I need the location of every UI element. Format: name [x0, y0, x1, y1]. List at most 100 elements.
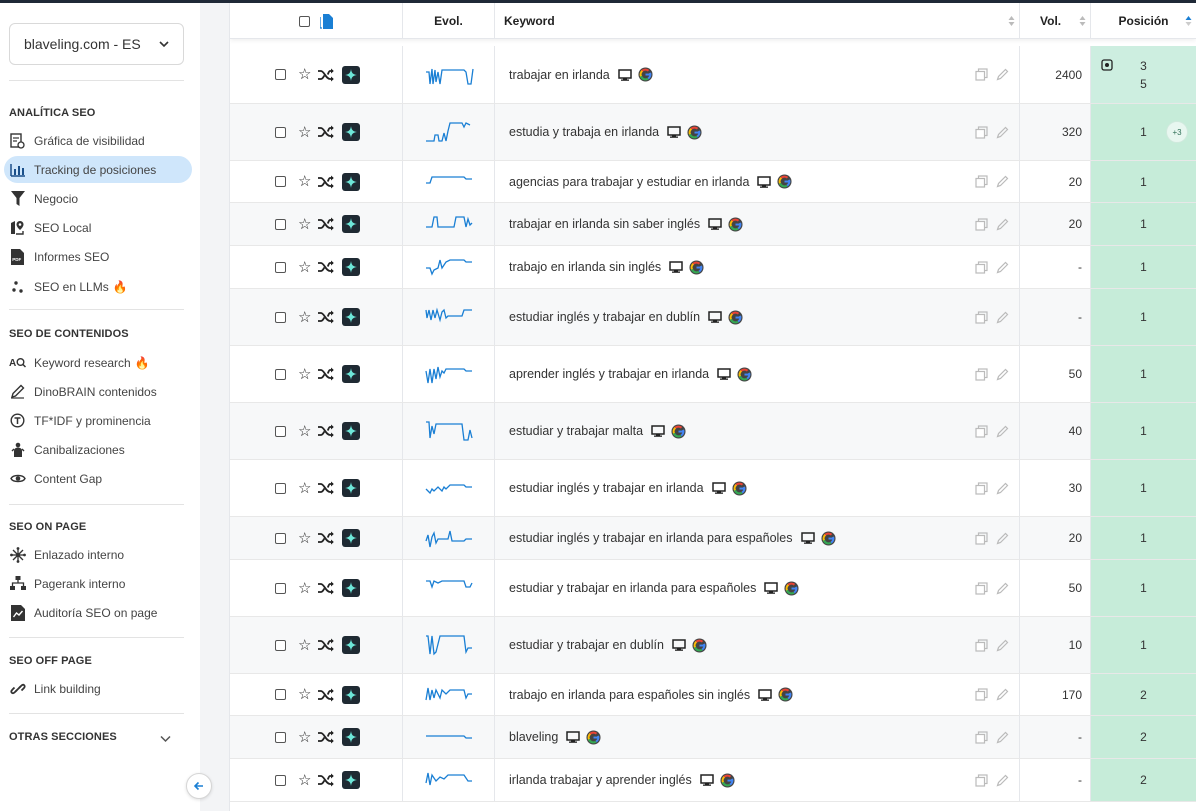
shuffle-icon[interactable] [317, 258, 335, 276]
row-checkbox[interactable] [275, 731, 286, 743]
evolution-cell[interactable] [403, 246, 495, 288]
copy-icon[interactable] [975, 638, 988, 652]
edit-icon[interactable] [996, 532, 1009, 545]
sidebar-item-linkbuilding[interactable]: Link building [4, 675, 192, 702]
shuffle-icon[interactable] [317, 636, 335, 654]
evolution-cell[interactable] [403, 560, 495, 616]
edit-icon[interactable] [996, 482, 1009, 495]
evolution-cell[interactable] [403, 403, 495, 459]
keyword-text[interactable]: estudiar y trabajar en dublín [509, 638, 664, 652]
copy-icon[interactable] [975, 175, 988, 188]
copy-icon[interactable] [975, 581, 988, 595]
star-icon[interactable]: ☆ [298, 773, 311, 788]
copy-icon[interactable] [975, 773, 988, 787]
row-checkbox[interactable] [275, 218, 286, 230]
edit-icon[interactable] [996, 688, 1009, 701]
ai-sparkle-button[interactable] [342, 215, 361, 233]
star-icon[interactable]: ☆ [298, 67, 311, 82]
shuffle-icon[interactable] [317, 123, 335, 141]
star-icon[interactable]: ☆ [298, 217, 311, 232]
shuffle-icon[interactable] [317, 66, 335, 84]
keyword-text[interactable]: estudiar inglés y trabajar en dublín [509, 310, 700, 324]
evolution-cell[interactable] [403, 346, 495, 402]
evolution-cell[interactable] [403, 517, 495, 559]
evolution-cell[interactable] [403, 203, 495, 245]
sidebar-item-negocio[interactable]: Negocio [4, 185, 192, 212]
edit-icon[interactable] [996, 774, 1009, 787]
star-icon[interactable]: ☆ [298, 481, 311, 496]
evolution-cell[interactable] [403, 161, 495, 202]
ai-sparkle-button[interactable] [342, 529, 361, 547]
sidebar-item-informes[interactable]: PDF Informes SEO [4, 243, 192, 270]
keyword-text[interactable]: estudiar inglés y trabajar en irlanda [509, 481, 704, 495]
evolution-cell[interactable] [403, 716, 495, 758]
evolution-cell[interactable] [403, 759, 495, 801]
shuffle-icon[interactable] [317, 529, 335, 547]
evolution-cell[interactable] [403, 46, 495, 103]
shuffle-icon[interactable] [317, 365, 335, 383]
sidebar-item-local[interactable]: SEO Local [4, 214, 192, 241]
keyword-text[interactable]: estudiar y trabajar en irlanda para espa… [509, 581, 756, 595]
edit-icon[interactable] [996, 731, 1009, 744]
row-checkbox[interactable] [275, 261, 286, 273]
shuffle-icon[interactable] [317, 771, 335, 789]
header-vol[interactable]: Vol. [1020, 3, 1091, 39]
sidebar-item-keyword[interactable]: A Keyword research 🔥 [4, 349, 192, 376]
evolution-cell[interactable] [403, 460, 495, 516]
star-icon[interactable]: ☆ [298, 174, 311, 189]
edit-icon[interactable] [996, 175, 1009, 188]
ai-sparkle-button[interactable] [342, 365, 361, 383]
star-icon[interactable]: ☆ [298, 687, 311, 702]
star-icon[interactable]: ☆ [298, 581, 311, 596]
edit-icon[interactable] [996, 68, 1009, 81]
sidebar-item-dinobrain[interactable]: DinoBRAIN contenidos [4, 378, 192, 405]
row-checkbox[interactable] [275, 774, 286, 786]
row-checkbox[interactable] [275, 126, 286, 138]
shuffle-icon[interactable] [317, 308, 335, 326]
keyword-text[interactable]: trabajar en irlanda [509, 68, 610, 82]
keyword-text[interactable]: estudiar inglés y trabajar en irlanda pa… [509, 531, 793, 545]
keyword-text[interactable]: blaveling [509, 730, 558, 744]
star-icon[interactable]: ☆ [298, 367, 311, 382]
select-all-checkbox[interactable] [299, 15, 310, 27]
copy-icon[interactable] [975, 68, 988, 81]
keyword-text[interactable]: estudia y trabaja en irlanda [509, 125, 659, 139]
ai-sparkle-button[interactable] [342, 685, 361, 704]
keyword-text[interactable]: trabajo en irlanda sin inglés [509, 260, 661, 274]
sidebar-item-visibilidad[interactable]: Gráfica de visibilidad [4, 127, 192, 154]
sidebar-item-tracking[interactable]: Tracking de posiciones [4, 156, 192, 183]
shuffle-icon[interactable] [317, 686, 335, 704]
export-icon[interactable] [320, 13, 333, 29]
edit-icon[interactable] [996, 218, 1009, 231]
sidebar-item-gap[interactable]: Content Gap [4, 465, 192, 492]
copy-icon[interactable] [975, 217, 988, 231]
keyword-text[interactable]: trabajar en irlanda sin saber inglés [509, 217, 700, 231]
row-checkbox[interactable] [275, 639, 286, 651]
edit-icon[interactable] [996, 639, 1009, 652]
shuffle-icon[interactable] [317, 579, 335, 597]
ai-sparkle-button[interactable] [342, 579, 361, 597]
keyword-text[interactable]: trabajo en irlanda para españoles sin in… [509, 688, 750, 702]
ai-sparkle-button[interactable] [342, 65, 361, 84]
ai-sparkle-button[interactable] [342, 422, 361, 440]
ai-sparkle-button[interactable] [342, 728, 361, 746]
ai-sparkle-button[interactable] [342, 771, 361, 789]
copy-icon[interactable] [975, 688, 988, 701]
header-keyword[interactable]: Keyword [495, 3, 1020, 39]
row-checkbox[interactable] [275, 69, 286, 80]
sidebar-item-canibalizaciones[interactable]: Canibalizaciones [4, 436, 192, 463]
evolution-cell[interactable] [403, 674, 495, 715]
copy-icon[interactable] [975, 424, 988, 438]
shuffle-icon[interactable] [317, 479, 335, 497]
row-checkbox[interactable] [275, 582, 286, 594]
sidebar-item-pagerank[interactable]: Pagerank interno [4, 570, 192, 597]
copy-icon[interactable] [975, 125, 988, 139]
star-icon[interactable]: ☆ [298, 310, 311, 325]
evolution-cell[interactable] [403, 104, 495, 160]
copy-icon[interactable] [975, 367, 988, 381]
evolution-cell[interactable] [403, 617, 495, 673]
copy-icon[interactable] [975, 310, 988, 324]
keyword-text[interactable]: irlanda trabajar y aprender inglés [509, 773, 692, 787]
ai-sparkle-button[interactable] [342, 172, 361, 191]
edit-icon[interactable] [996, 126, 1009, 139]
